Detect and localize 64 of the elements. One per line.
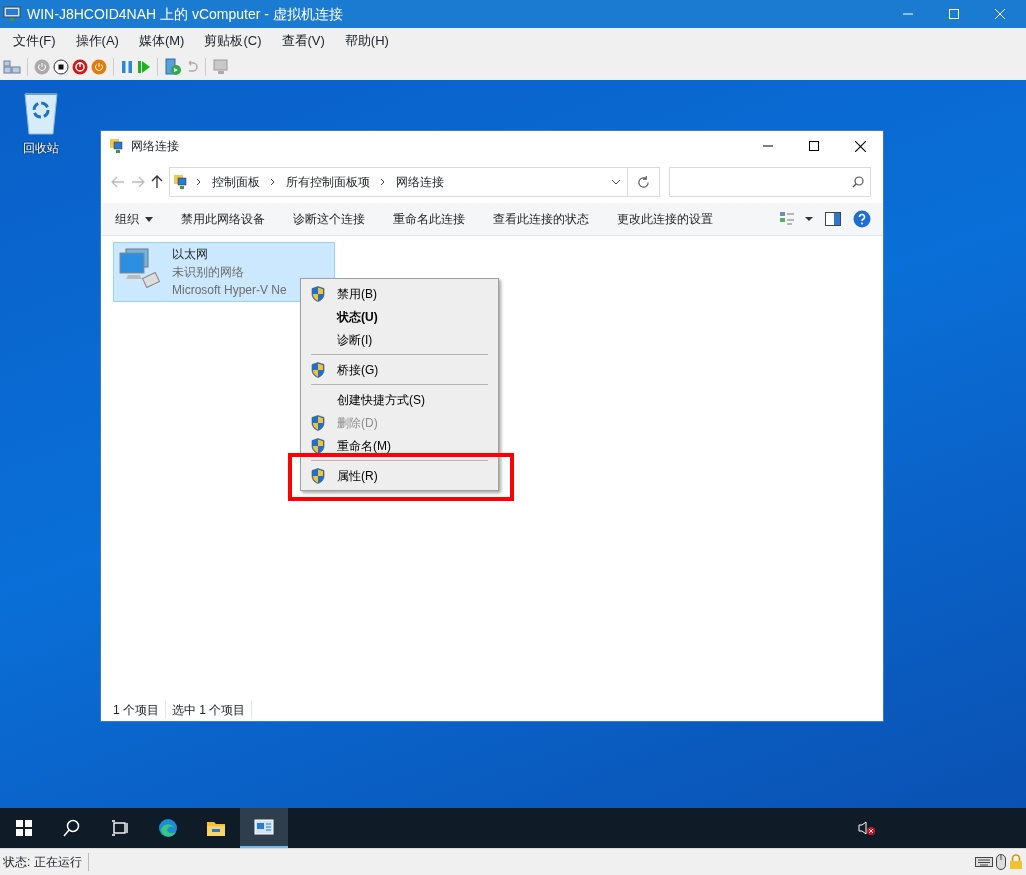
close-icon: [995, 9, 1005, 19]
up-icon[interactable]: [151, 175, 163, 189]
network-folder-icon: [173, 174, 189, 190]
menu-item[interactable]: 重命名(M): [303, 434, 496, 457]
icon-label[interactable]: 回收站: [23, 139, 59, 157]
menu-item[interactable]: 诊断(I): [303, 328, 496, 351]
browser-icon: [158, 818, 178, 838]
pause-icon[interactable]: [120, 60, 134, 74]
command-button[interactable]: 禁用此网络设备: [167, 210, 279, 228]
taskbar-button[interactable]: [240, 808, 288, 848]
stop-icon[interactable]: [53, 59, 69, 75]
menu-item[interactable]: 文件(F): [3, 31, 66, 51]
network-icon[interactable]: [3, 60, 21, 74]
window-title: 网络连接: [131, 138, 179, 155]
task-view-icon: [110, 818, 130, 838]
command-button[interactable]: 重命名此连接: [379, 210, 479, 228]
chevron-down-icon[interactable]: [611, 179, 621, 185]
item-status: 未识别的网络: [172, 264, 245, 281]
start-icon: [14, 818, 34, 838]
menu-item[interactable]: 媒体(M): [128, 31, 195, 51]
menu-item[interactable]: 属性(R): [303, 464, 496, 487]
command-button[interactable]: 诊断这个连接: [279, 210, 379, 228]
item-device: Microsoft Hyper-V Ne: [172, 282, 287, 299]
keyboard-icon: [975, 856, 993, 868]
breadcrumb-item[interactable]: 网络连接: [390, 173, 450, 191]
address-bar[interactable]: 控制面板 所有控制面板项 网络连接: [169, 167, 660, 197]
menu-item[interactable]: 帮助(H): [334, 31, 399, 51]
maximize-icon: [949, 9, 959, 19]
computer-icon: [3, 6, 21, 22]
status-text: 选中 1 个项目: [172, 701, 253, 719]
menu-item[interactable]: 剪贴板(C): [194, 31, 272, 51]
status-text: 状态: 正在运行: [3, 853, 89, 871]
menu-item[interactable]: 状态(U): [303, 305, 496, 328]
window-title: WIN-J8HCOID4NAH 上的 vComputer - 虚拟机连接: [27, 4, 343, 24]
search-icon: [62, 818, 82, 838]
view-options-icon[interactable]: [779, 211, 813, 227]
command-button[interactable]: 更改此连接的设置: [603, 210, 727, 228]
lock-icon: [1009, 854, 1023, 870]
command-button[interactable]: 组织: [101, 210, 167, 228]
search-field[interactable]: [669, 167, 871, 197]
command-button[interactable]: 查看此连接的状态: [479, 210, 603, 228]
vm-connect-icon: [254, 817, 274, 837]
menu-item[interactable]: 桥接(G): [303, 358, 496, 381]
mouse-icon: [996, 854, 1006, 870]
speaker-muted-icon[interactable]: [858, 820, 876, 836]
power-icon[interactable]: [72, 59, 88, 75]
item-title: 以太网: [172, 246, 209, 263]
maximize-icon: [809, 141, 819, 151]
network-adapter-item[interactable]: 以太网 未识别的网络 Microsoft Hyper-V Ne: [113, 242, 335, 302]
refresh-icon: [637, 175, 650, 189]
caret-icon: [145, 216, 153, 222]
checkpoint-icon[interactable]: [164, 58, 182, 76]
menu-item[interactable]: 操作(A): [65, 31, 129, 51]
close-icon: [854, 140, 866, 152]
breadcrumb-item[interactable]: 所有控制面板项: [280, 173, 376, 191]
help-icon[interactable]: [853, 210, 871, 228]
menu-item[interactable]: 创建快捷方式(S): [303, 388, 496, 411]
network-folder-icon: [109, 138, 125, 154]
breadcrumb-item[interactable]: 控制面板: [206, 173, 266, 191]
search-icon: [852, 176, 864, 188]
preview-pane-icon[interactable]: [825, 212, 841, 226]
status-text: 1 个项目: [113, 701, 166, 719]
menu-item[interactable]: 查看(V): [271, 31, 335, 51]
power-icon[interactable]: [91, 59, 107, 75]
